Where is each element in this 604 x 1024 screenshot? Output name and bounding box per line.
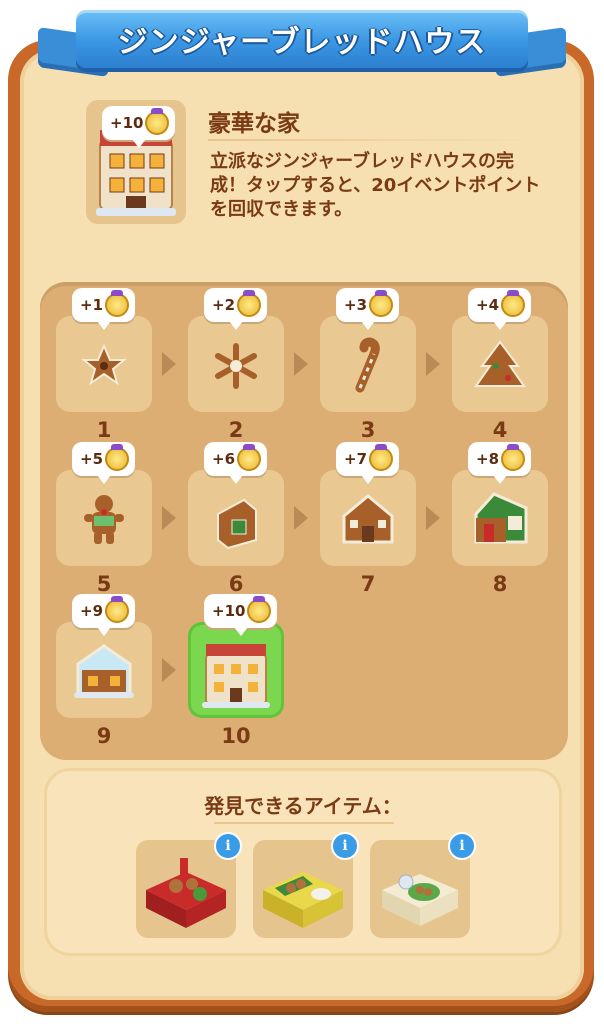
discover-item-3[interactable]: i <box>370 832 476 938</box>
item-name-divider <box>208 139 538 141</box>
event-coin-icon <box>105 290 130 317</box>
reward-amount: +6 <box>212 450 236 468</box>
chain-level-label: 5 <box>96 572 112 596</box>
info-button[interactable]: i <box>448 832 476 860</box>
discoverable-items-title: 発見できるアイテム： <box>204 794 402 818</box>
event-coin-icon <box>369 444 394 471</box>
gingerbread-star-cookie-icon <box>81 343 127 386</box>
chain-level-label: 6 <box>228 572 244 596</box>
reward-bubble: +6 <box>204 442 268 484</box>
chain-arrow-icon <box>162 658 176 682</box>
reward-amount: +7 <box>344 450 368 468</box>
discoverable-items-divider <box>214 822 394 824</box>
reward-bubble: +3 <box>336 288 400 330</box>
hero-reward-bubble: +10 <box>102 106 176 148</box>
small-gingerbread-house-icon <box>342 494 394 544</box>
discover-item-1[interactable]: i <box>136 832 242 938</box>
chain-level-label: 3 <box>360 418 376 442</box>
info-button[interactable]: i <box>214 832 242 860</box>
reward-bubble: +4 <box>468 288 532 330</box>
chain-arrow-icon <box>426 352 440 376</box>
chain-arrow-icon <box>162 506 176 530</box>
reward-amount: +3 <box>344 296 368 314</box>
event-coin-icon <box>105 596 130 623</box>
reward-bubble: +5 <box>72 442 136 484</box>
reward-amount: +4 <box>476 296 500 314</box>
gingerbread-man-icon <box>84 495 124 544</box>
event-coin-icon <box>237 444 262 471</box>
chain-level-label: 4 <box>492 418 508 442</box>
reward-bubble: +7 <box>336 442 400 484</box>
chain-level-label: 1 <box>96 418 112 442</box>
event-coin-icon <box>247 596 272 623</box>
discover-item-2[interactable]: i <box>253 832 359 938</box>
title-ribbon: ジンジャーブレッドハウス <box>76 10 528 68</box>
iced-gingerbread-house-icon <box>74 644 134 698</box>
event-coin-icon <box>105 444 130 471</box>
candy-cane-cookie-icon <box>355 337 380 393</box>
christmas-tree-cookie-icon <box>474 340 526 387</box>
reward-amount: +1 <box>80 296 104 314</box>
chain-item-1[interactable] <box>56 316 152 412</box>
reward-amount: +5 <box>80 450 104 468</box>
reward-amount: +2 <box>212 296 236 314</box>
reward-bubble: +2 <box>204 288 268 330</box>
reward-bubble: +10 <box>204 594 278 636</box>
chain-arrow-icon <box>426 506 440 530</box>
event-coin-icon <box>501 444 526 471</box>
chain-item-4[interactable] <box>452 316 548 412</box>
chain-arrow-icon <box>162 352 176 376</box>
item-description: 立派なジンジャーブレッドハウスの完成！タップすると、20イベントポイントを回収で… <box>210 151 541 220</box>
chain-arrow-icon <box>294 506 308 530</box>
chain-item-10[interactable] <box>188 622 284 718</box>
gingerbread-wall-icon <box>217 498 257 550</box>
gingerbread-house-icon <box>474 492 528 544</box>
chain-level-label: 10 <box>221 724 251 748</box>
reward-bubble: +9 <box>72 594 136 636</box>
reward-bubble: +1 <box>72 288 136 330</box>
reward-amount: +8 <box>476 450 500 468</box>
chain-arrow-icon <box>294 352 308 376</box>
info-button[interactable]: i <box>331 832 359 860</box>
reward-bubble: +8 <box>468 442 532 484</box>
chain-item-5[interactable] <box>56 470 152 566</box>
chain-item-2[interactable] <box>188 316 284 412</box>
chain-level-label: 8 <box>492 572 508 596</box>
discoverable-items-panel: 発見できるアイテム： i i i <box>44 768 562 956</box>
snowflake-cookie-icon <box>215 343 257 389</box>
luxury-gingerbread-house-icon <box>202 644 270 708</box>
reward-amount: +9 <box>80 602 104 620</box>
event-coin-icon <box>237 290 262 317</box>
chain-item-3[interactable] <box>320 316 416 412</box>
item-name: 豪華な家 <box>208 111 300 137</box>
chain-item-8[interactable] <box>452 470 548 566</box>
event-coin-icon <box>145 108 170 135</box>
chain-level-label: 9 <box>96 724 112 748</box>
chain-item-7[interactable] <box>320 470 416 566</box>
chain-item-6[interactable] <box>188 470 284 566</box>
reward-amount: +10 <box>212 602 246 620</box>
event-coin-icon <box>369 290 394 317</box>
hero-item-tile: +10 <box>86 100 186 224</box>
dialog-title: ジンジャーブレッドハウス <box>117 25 487 60</box>
event-coin-icon <box>501 290 526 317</box>
chain-level-label: 2 <box>228 418 244 442</box>
chain-level-label: 7 <box>360 572 376 596</box>
chain-item-9[interactable] <box>56 622 152 718</box>
